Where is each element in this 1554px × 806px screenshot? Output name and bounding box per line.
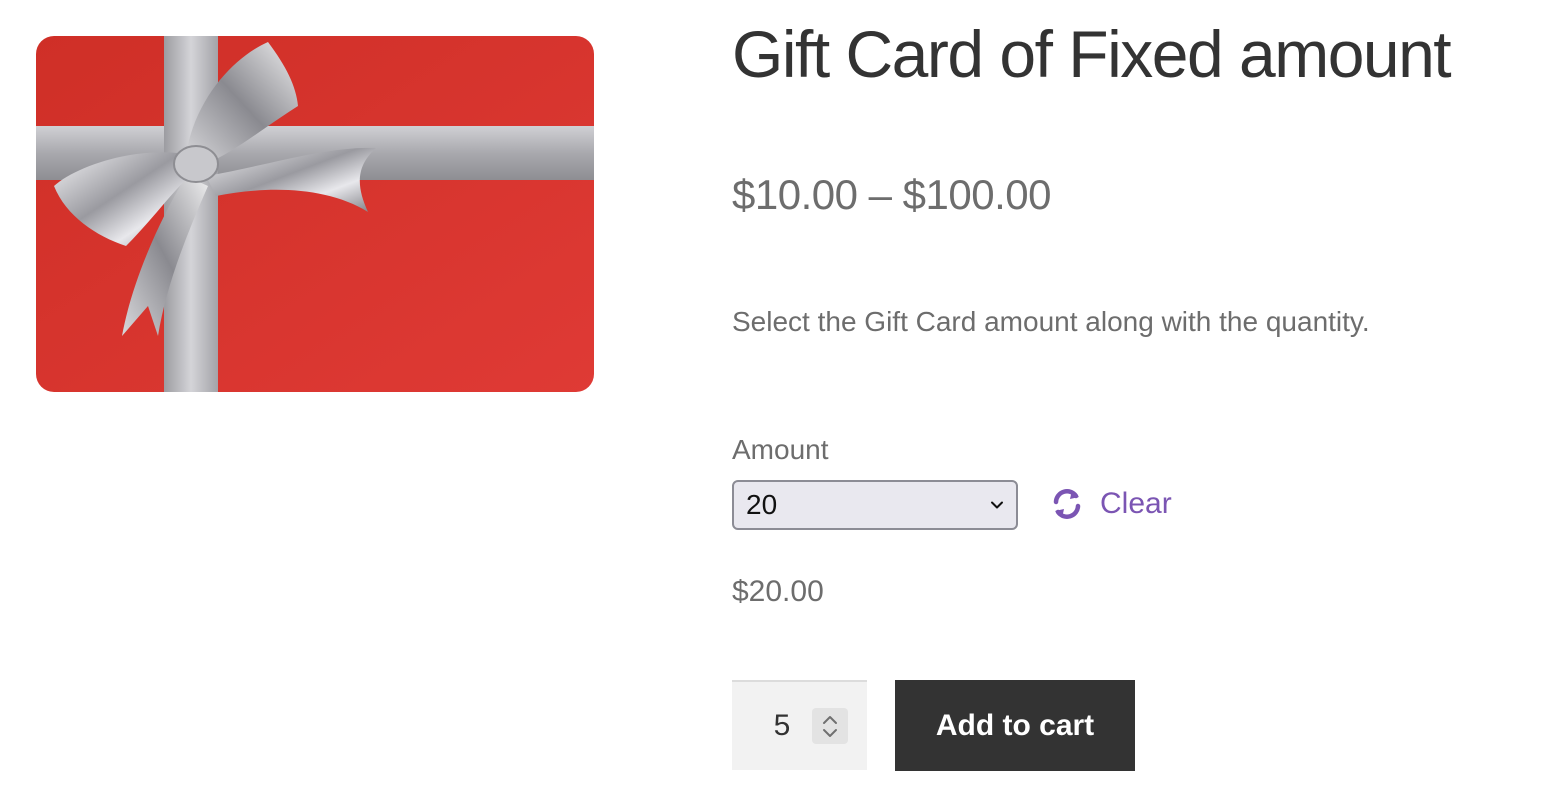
product-image (36, 36, 594, 392)
clear-button[interactable]: Clear (1050, 482, 1172, 526)
price-range: $10.00 – $100.00 (732, 171, 1051, 218)
gift-card-illustration (36, 36, 594, 392)
clear-label: Clear (1100, 487, 1172, 520)
product-title: Gift Card of Fixed amount (732, 17, 1452, 91)
quantity-value[interactable]: 5 (770, 682, 794, 770)
quantity-field[interactable]: 5 (732, 680, 867, 770)
product-description: Select the Gift Card amount along with t… (732, 306, 1370, 337)
amount-select-value: 20 (746, 489, 778, 520)
up-down-arrows-icon (823, 716, 837, 737)
selected-price: $20.00 (732, 575, 824, 608)
quantity-stepper[interactable] (812, 708, 848, 744)
add-to-cart-button[interactable]: Add to cart (895, 680, 1135, 771)
chevron-down-icon (991, 501, 1003, 509)
refresh-icon (1053, 489, 1081, 519)
amount-select[interactable]: 20 (732, 480, 1018, 530)
amount-label: Amount (732, 434, 829, 465)
